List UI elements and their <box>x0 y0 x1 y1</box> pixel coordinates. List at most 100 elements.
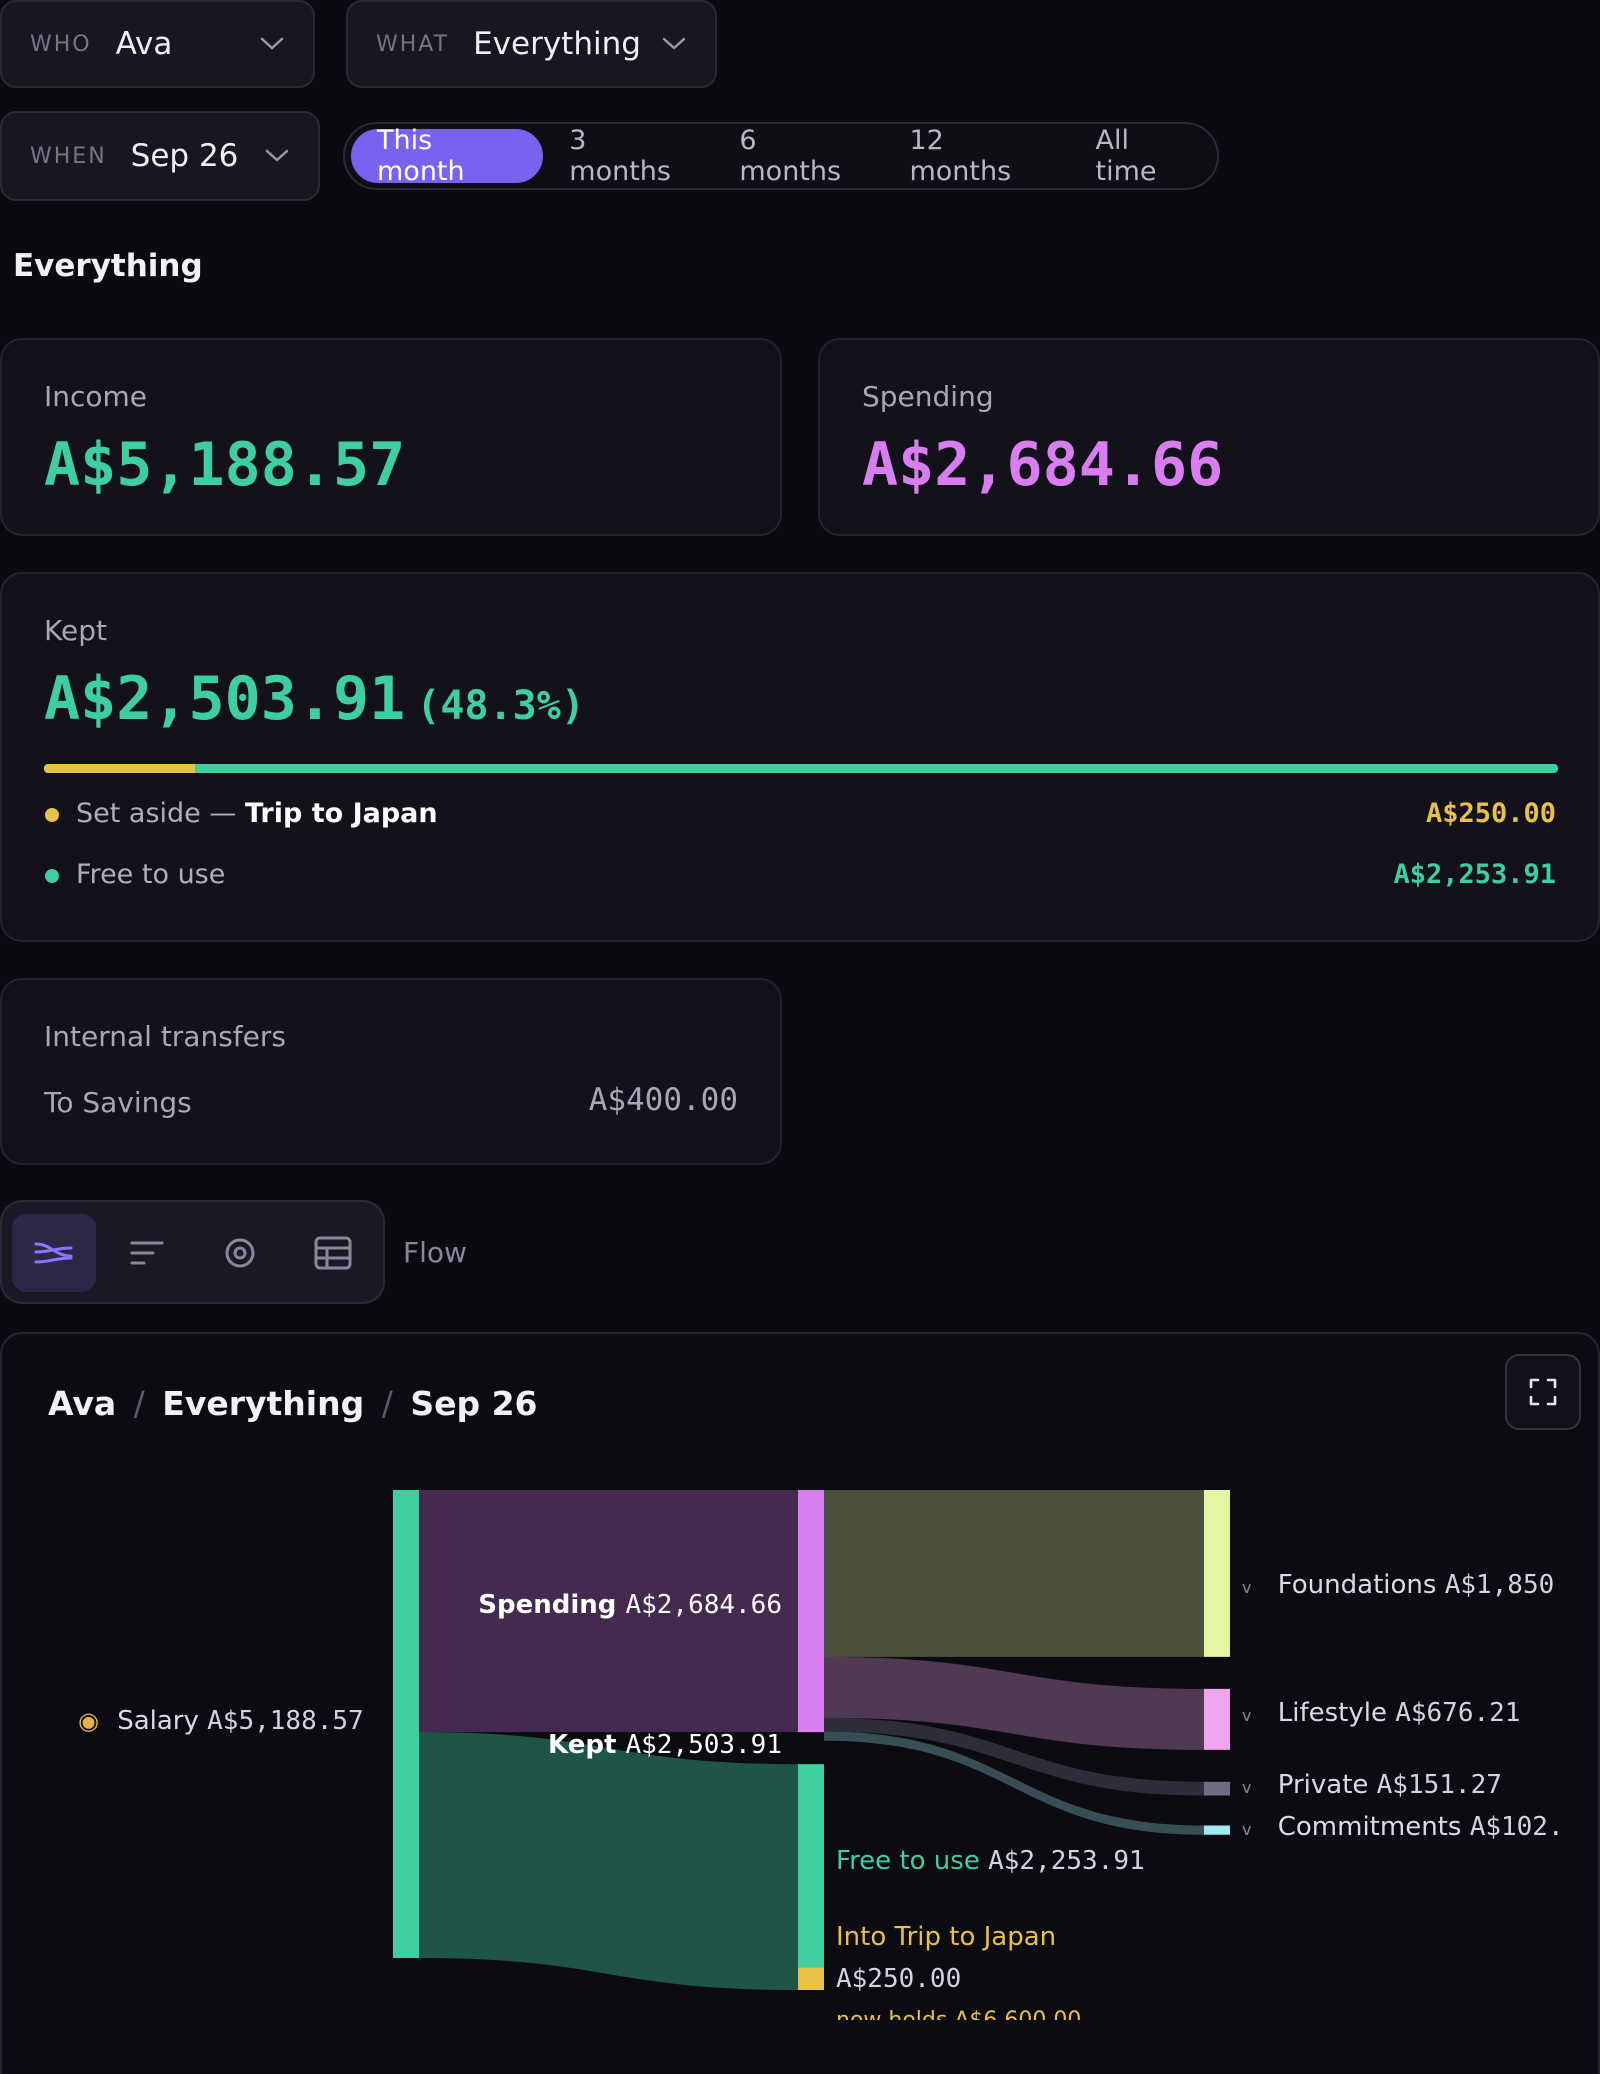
money-bag-icon: ◉ <box>78 1707 99 1735</box>
section-title: Everything <box>13 248 203 284</box>
donut-view-button[interactable] <box>198 1214 282 1292</box>
private-label: Private <box>1277 1770 1369 1800</box>
view-toolbar <box>0 1200 385 1304</box>
income-label: Income <box>44 380 148 413</box>
chevron-down-icon: v <box>1242 1778 1252 1797</box>
commitments-label: Commitments <box>1277 1812 1462 1842</box>
chevron-down-icon: v <box>1242 1706 1252 1725</box>
kept-progress-bar <box>44 764 1558 773</box>
set-aside-goal: Trip to Japan <box>244 798 438 829</box>
transfers-card: Internal transfers To Savings A$400.00 <box>0 978 782 1165</box>
chevron-down-icon <box>265 149 289 162</box>
range-this-month[interactable]: This month <box>351 125 544 187</box>
what-label: WHAT <box>376 31 450 57</box>
spending-node-label: Spending A$2,684.66 <box>478 1590 782 1620</box>
flow-icon <box>34 1242 73 1264</box>
transfers-title: Internal transfers <box>44 1020 286 1053</box>
salary-value: A$5,188.57 <box>207 1706 364 1736</box>
range-all-time[interactable]: All time <box>1070 125 1218 187</box>
trip-node-name: Into Trip to Japan <box>836 1922 1057 1952</box>
fullscreen-icon <box>1529 1378 1557 1406</box>
who-value: Ava <box>115 26 173 62</box>
set-aside-row: Set aside — Trip to Japan <box>76 798 438 829</box>
link-salary-kept <box>419 1732 798 1990</box>
foundations-label: Foundations <box>1277 1570 1437 1600</box>
table-view-button[interactable] <box>291 1214 375 1292</box>
lifestyle-node[interactable] <box>1204 1688 1230 1750</box>
chevron-down-icon: v <box>1242 1820 1252 1839</box>
free-label: Free to use <box>76 859 226 890</box>
range-12-months[interactable]: 12 months <box>883 125 1069 187</box>
spending-card: Spending A$2,684.66 <box>818 338 1600 536</box>
salary-label: Salary <box>117 1706 199 1736</box>
breadcrumb: Ava / Everything / Sep 26 <box>48 1384 538 1423</box>
trip-node[interactable] <box>798 1967 824 1990</box>
set-aside-fill <box>44 764 196 773</box>
transfer-row-label: To Savings <box>44 1086 192 1119</box>
sankey-svg <box>393 1490 1230 1990</box>
free-node-value: A$2,253.91 <box>988 1846 1145 1876</box>
private-value: A$151.27 <box>1376 1770 1502 1800</box>
breadcrumb-when: Sep 26 <box>410 1384 538 1423</box>
spending-node-name: Spending <box>478 1590 617 1620</box>
spending-node[interactable] <box>798 1490 824 1733</box>
spending-node-value: A$2,684.66 <box>625 1590 782 1620</box>
range-toggle: This month 3 months 6 months 12 months A… <box>343 122 1219 190</box>
kept-card: Kept A$2,503.91 (48.3%) Set aside — Trip… <box>0 572 1600 942</box>
foundations-value: A$1,850 <box>1444 1570 1555 1600</box>
set-aside-label: Set aside — <box>76 798 237 829</box>
lifestyle-node-label: v Lifestyle A$676.21 <box>1242 1698 1520 1728</box>
trip-node-value: A$250.00 <box>836 1964 962 1994</box>
sankey-chart: ◉ Salary A$5,188.57 Spending A$2,684.66 … <box>0 1480 1600 2020</box>
kept-node-label: Kept A$2,503.91 <box>548 1730 782 1760</box>
set-aside-amount: A$250.00 <box>1425 798 1556 829</box>
income-amount: A$5,188.57 <box>44 430 406 500</box>
commitments-node-label: v Commitments A$102. <box>1242 1812 1564 1842</box>
kept-node-name: Kept <box>548 1730 617 1760</box>
chevron-down-icon <box>662 37 686 50</box>
what-select[interactable]: WHAT Everything <box>346 0 717 88</box>
breadcrumb-who[interactable]: Ava <box>48 1384 116 1423</box>
who-label: WHO <box>30 31 92 57</box>
kept-node-value: A$2,503.91 <box>625 1730 782 1760</box>
range-6-months[interactable]: 6 months <box>713 125 883 187</box>
view-label: Flow <box>403 1236 467 1269</box>
spending-label: Spending <box>862 380 994 413</box>
chevron-down-icon <box>260 37 284 50</box>
range-3-months[interactable]: 3 months <box>543 125 713 187</box>
private-node-label: v Private A$151.27 <box>1242 1770 1502 1800</box>
when-select[interactable]: WHEN Sep 26 <box>0 111 320 201</box>
free-amount: A$2,253.91 <box>1393 859 1556 890</box>
bars-icon <box>130 1241 164 1265</box>
breadcrumb-separator: / <box>133 1384 145 1423</box>
commitments-node[interactable] <box>1204 1825 1230 1835</box>
salary-node[interactable] <box>393 1490 419 1958</box>
flow-view-button[interactable] <box>12 1214 96 1292</box>
kept-label: Kept <box>44 614 107 647</box>
when-label: WHEN <box>30 143 107 169</box>
free-node[interactable] <box>798 1764 824 1968</box>
commitments-value: A$102. <box>1469 1812 1564 1842</box>
kept-amount: A$2,503.91 <box>44 664 406 734</box>
spending-amount: A$2,684.66 <box>862 430 1224 500</box>
breadcrumb-what[interactable]: Everything <box>162 1384 364 1423</box>
breadcrumb-separator: / <box>381 1384 393 1423</box>
link-spending-foundations <box>824 1490 1204 1657</box>
what-value: Everything <box>473 26 641 62</box>
kept-amount-row: A$2,503.91 (48.3%) <box>44 664 585 734</box>
trip-node-note: now holds A$6,600.00 <box>836 2000 1081 2020</box>
salary-node-label: ◉ Salary A$5,188.57 <box>78 1706 364 1736</box>
foundations-node[interactable] <box>1204 1490 1230 1657</box>
who-select[interactable]: WHO Ava <box>0 0 315 88</box>
fullscreen-button[interactable] <box>1505 1354 1581 1430</box>
free-node-name: Free to use <box>836 1846 980 1876</box>
set-aside-dot <box>45 808 59 822</box>
lifestyle-label: Lifestyle <box>1277 1698 1387 1728</box>
trip-node-label: Into Trip to Japan A$250.00 now holds A$… <box>836 1916 1081 2020</box>
transfer-row-amount: A$400.00 <box>588 1082 738 1118</box>
table-icon <box>314 1236 352 1270</box>
kept-percent: (48.3%) <box>416 683 585 729</box>
free-node-label: Free to use A$2,253.91 <box>836 1846 1145 1876</box>
bars-view-button[interactable] <box>105 1214 189 1292</box>
private-node[interactable] <box>1204 1781 1230 1796</box>
